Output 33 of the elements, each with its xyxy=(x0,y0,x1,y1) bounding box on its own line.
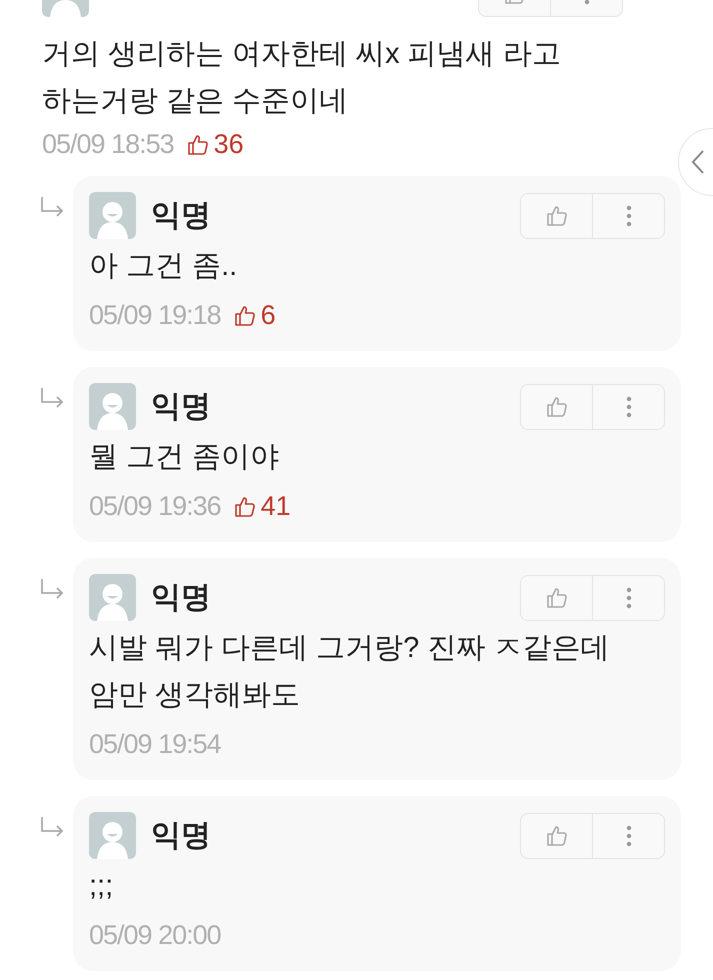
avatar-icon xyxy=(89,574,136,621)
thumbs-up-icon xyxy=(544,204,568,228)
thumbs-up-icon xyxy=(186,132,210,156)
author-name: 익명 xyxy=(151,198,211,234)
comment-text: 거의 생리하는 여자한테 씨x 피냄새 라고 하는거랑 같은 수준이네 xyxy=(42,37,562,119)
like-count: 6 xyxy=(260,302,276,329)
comment-text: 뭘 그건 좀이야 xyxy=(89,440,280,475)
comment-text: 시발 뭐가 다른데 그거랑? 진짜 ㅈ같은데 암만 생각해봐도 xyxy=(89,631,610,713)
comment-time: 05/09 19:54 xyxy=(89,731,221,758)
more-icon xyxy=(626,586,632,608)
like-count: 41 xyxy=(260,493,291,520)
author-name: 익명 xyxy=(151,580,211,616)
like-count: 36 xyxy=(214,131,244,158)
avatar-icon xyxy=(89,383,136,430)
thumbs-up-icon xyxy=(232,304,257,328)
comment-time: 05/09 18:53 xyxy=(42,131,174,158)
thumbs-up-icon xyxy=(544,394,568,418)
author-name: 익명 xyxy=(151,389,211,425)
more-icon xyxy=(626,824,632,846)
comment-text: 아 그건 좀.. xyxy=(89,249,238,284)
more-icon xyxy=(626,204,632,226)
avatar-icon xyxy=(89,192,136,239)
comment-time: 05/09 19:36 xyxy=(89,493,221,520)
author-name: 익명 xyxy=(151,818,211,854)
chevron-left-icon xyxy=(691,149,705,175)
comment-time: 05/09 20:00 xyxy=(89,922,221,949)
comment-text: ;;; xyxy=(89,869,114,904)
comment-time: 05/09 19:18 xyxy=(89,302,221,329)
avatar-icon xyxy=(89,812,136,859)
thumbs-up-icon xyxy=(544,824,568,848)
thumbs-up-icon xyxy=(544,586,568,610)
thumbs-up-icon xyxy=(232,494,257,518)
more-icon xyxy=(626,396,632,418)
